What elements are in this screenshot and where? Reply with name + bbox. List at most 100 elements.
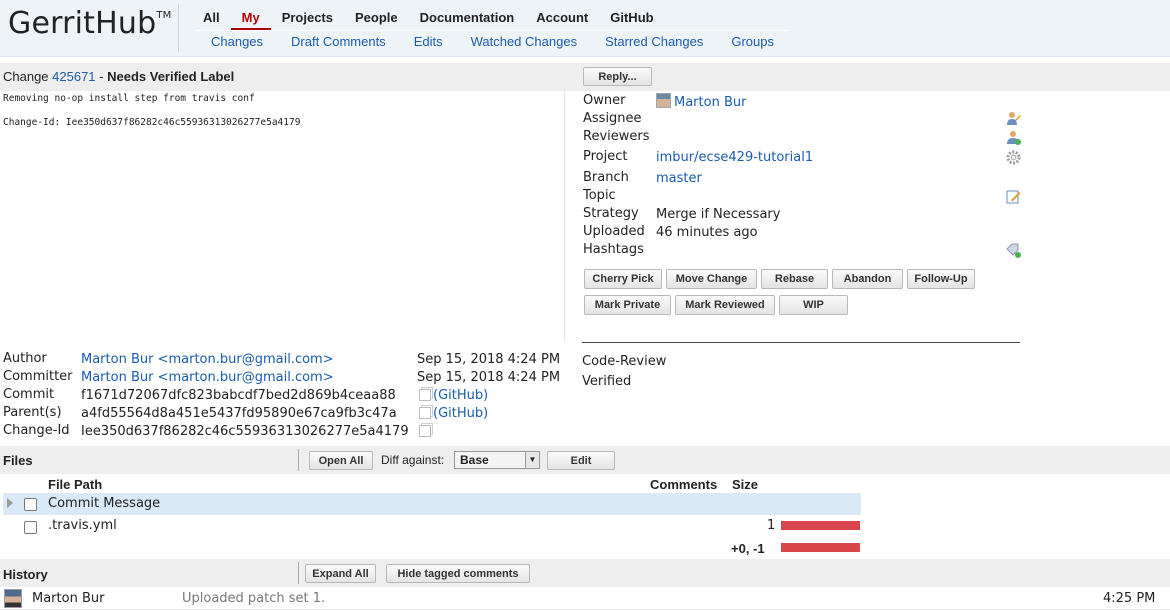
parent-github-link[interactable]: (GitHub) xyxy=(433,406,488,421)
diff-against-select[interactable]: Base ▼ xyxy=(454,451,540,469)
copy-change-id-icon[interactable] xyxy=(419,425,431,437)
commit-github-link[interactable]: (GitHub) xyxy=(433,388,488,403)
submenu-edits[interactable]: Edits xyxy=(399,31,456,52)
mark-reviewed-button[interactable]: Mark Reviewed xyxy=(675,295,775,315)
history-row[interactable] xyxy=(0,588,1170,610)
branch-link[interactable]: master xyxy=(656,171,702,186)
owner-value[interactable]: Marton Bur xyxy=(656,93,746,110)
edit-assignee-icon[interactable] xyxy=(1006,111,1021,126)
chevron-down-icon: ▼ xyxy=(525,452,539,468)
files-separator xyxy=(298,449,299,471)
submenu-starred-changes[interactable]: Starred Changes xyxy=(590,31,716,52)
menu-all[interactable]: All xyxy=(192,6,231,31)
commit-message-subject: Removing no-op install step from travis … xyxy=(3,93,255,104)
strategy-label: Strategy xyxy=(583,206,639,221)
owner-label: Owner xyxy=(583,93,626,108)
top-menu: All My Projects People Documentation Acc… xyxy=(192,6,665,31)
submenu-groups[interactable]: Groups xyxy=(716,31,787,52)
abandon-button[interactable]: Abandon xyxy=(832,269,903,289)
file-travis-size-bar xyxy=(781,521,860,530)
follow-up-button[interactable]: Follow-Up xyxy=(907,269,975,289)
file-travis-comments: 1 xyxy=(767,518,776,533)
committer-label: Committer xyxy=(3,369,73,384)
sub-menu: Changes Draft Comments Edits Watched Cha… xyxy=(196,30,787,52)
comments-header: Comments xyxy=(650,477,718,492)
file-path-header: File Path xyxy=(48,477,103,492)
uploaded-value: 46 minutes ago xyxy=(656,225,758,240)
file-travis-yml[interactable]: .travis.yml xyxy=(48,518,117,533)
parent-hash: a4fd55564d8a451e5437fd95890e67ca9fb3c47a xyxy=(81,406,397,421)
edit-button[interactable]: Edit xyxy=(547,451,615,470)
gear-icon[interactable] xyxy=(1006,150,1021,165)
change-id-label: Change-Id xyxy=(3,423,70,438)
history-header: History Expand All Hide tagged comments xyxy=(0,559,1170,587)
size-header: Size xyxy=(732,477,759,492)
committer-date: Sep 15, 2018 4:24 PM xyxy=(417,370,561,385)
menu-projects[interactable]: Projects xyxy=(271,6,344,31)
cherry-pick-button[interactable]: Cherry Pick xyxy=(584,269,662,289)
committer-link[interactable]: Marton Bur <marton.bur@gmail.com> xyxy=(81,370,334,385)
add-hashtag-icon[interactable] xyxy=(1006,243,1021,258)
row-pointer-icon xyxy=(7,498,13,508)
open-all-button[interactable]: Open All xyxy=(309,451,373,470)
copy-parent-icon[interactable] xyxy=(419,407,431,419)
commit-message-change-id: Change-Id: Iee350d637f86282c46c559363130… xyxy=(3,117,301,128)
change-separator: - xyxy=(95,69,108,84)
history-author: Marton Bur xyxy=(32,591,105,606)
file-checkbox-travis[interactable] xyxy=(24,521,37,534)
menu-documentation[interactable]: Documentation xyxy=(409,6,526,31)
uploaded-label: Uploaded xyxy=(583,224,645,239)
project-link[interactable]: imbur/ecse429-tutorial1 xyxy=(656,150,813,165)
add-reviewer-icon[interactable] xyxy=(1006,130,1021,145)
history-separator xyxy=(298,562,299,584)
wip-button[interactable]: WIP xyxy=(779,295,848,315)
change-id-value: Iee350d637f86282c46c55936313026277e5a417… xyxy=(81,424,409,439)
menu-my[interactable]: My xyxy=(230,6,271,31)
move-change-button[interactable]: Move Change xyxy=(666,269,757,289)
submenu-changes[interactable]: Changes xyxy=(196,31,276,52)
code-review-label: Code-Review xyxy=(582,354,667,369)
author-date: Sep 15, 2018 4:24 PM xyxy=(417,352,561,367)
change-number-link[interactable]: 425671 xyxy=(52,69,95,84)
logo-text: GerritHub xyxy=(8,6,157,41)
menu-people[interactable]: People xyxy=(344,6,409,31)
menu-github[interactable]: GitHub xyxy=(599,6,664,31)
hide-tagged-comments-button[interactable]: Hide tagged comments xyxy=(386,564,530,583)
reviewers-label: Reviewers xyxy=(583,129,650,144)
reply-button[interactable]: Reply... xyxy=(583,67,652,86)
change-status: Needs Verified Label xyxy=(107,69,235,84)
top-bar: GerritHubTM All My Projects People Docum… xyxy=(0,0,1170,57)
gerrithub-logo[interactable]: GerritHubTM xyxy=(8,6,172,41)
history-title: History xyxy=(3,567,48,582)
expand-all-button[interactable]: Expand All xyxy=(305,564,376,583)
hashtags-label: Hashtags xyxy=(583,242,644,257)
history-avatar xyxy=(4,589,22,608)
author-label: Author xyxy=(3,351,47,366)
change-prefix: Change xyxy=(3,69,53,84)
edit-topic-icon[interactable] xyxy=(1006,189,1021,204)
history-text: Uploaded patch set 1. xyxy=(182,591,326,606)
diff-against-value: Base xyxy=(460,453,489,467)
files-total: +0, -1 xyxy=(731,541,765,556)
branch-label: Branch xyxy=(583,170,629,185)
mark-private-button[interactable]: Mark Private xyxy=(584,295,671,315)
copy-commit-icon[interactable] xyxy=(419,389,431,401)
author-link[interactable]: Marton Bur <marton.bur@gmail.com> xyxy=(81,352,334,367)
vertical-divider xyxy=(564,91,565,341)
change-title: Change 425671 - Needs Verified Label xyxy=(3,69,234,84)
menu-account[interactable]: Account xyxy=(525,6,599,31)
commit-hash: f1671d72067dfc823babcdf7bed2d869b4ceaa88 xyxy=(81,388,396,403)
logo-divider xyxy=(178,4,179,52)
submenu-draft-comments[interactable]: Draft Comments xyxy=(276,31,399,52)
parent-label: Parent(s) xyxy=(3,405,62,420)
file-commit-message[interactable]: Commit Message xyxy=(48,496,160,511)
logo-trademark: TM xyxy=(156,10,172,21)
rebase-button[interactable]: Rebase xyxy=(761,269,828,289)
commit-label: Commit xyxy=(3,387,55,402)
submenu-watched-changes[interactable]: Watched Changes xyxy=(456,31,590,52)
history-time: 4:25 PM xyxy=(1103,591,1156,606)
labels-divider xyxy=(582,342,1020,343)
file-checkbox-commit-message[interactable] xyxy=(24,498,37,511)
owner-link[interactable]: Marton Bur xyxy=(674,95,746,110)
topic-label: Topic xyxy=(583,188,616,203)
